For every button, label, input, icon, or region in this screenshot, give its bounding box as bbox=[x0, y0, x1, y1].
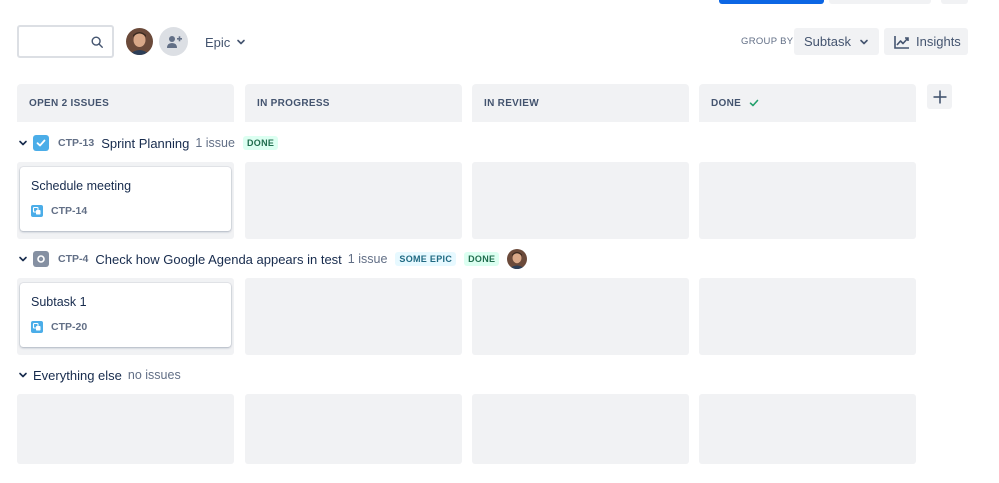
issue-card[interactable]: Subtask 1 CTP-20 bbox=[20, 283, 231, 347]
card-issue-key: CTP-14 bbox=[51, 205, 88, 217]
board-cell bbox=[699, 278, 916, 355]
add-people-icon bbox=[166, 35, 182, 48]
assignee-avatar[interactable] bbox=[507, 249, 528, 269]
swimlane-issue-count: 1 issue bbox=[195, 136, 235, 150]
chevron-down-icon bbox=[237, 39, 246, 45]
epic-filter-dropdown[interactable]: Epic bbox=[197, 29, 254, 55]
status-badge: DONE bbox=[464, 252, 500, 266]
board-cell bbox=[245, 162, 462, 239]
check-icon bbox=[749, 99, 759, 107]
column-header-open[interactable]: OPEN 2 ISSUES bbox=[17, 84, 234, 122]
board-cell bbox=[245, 278, 462, 355]
card-title: Subtask 1 bbox=[31, 295, 87, 309]
swimlane-header[interactable]: CTP-4 Check how Google Agenda appears in… bbox=[17, 249, 528, 269]
primary-action-button[interactable] bbox=[719, 0, 824, 4]
epic-filter-label: Epic bbox=[205, 34, 231, 50]
chevron-down-icon[interactable] bbox=[17, 369, 29, 381]
insights-button[interactable]: Insights bbox=[884, 28, 968, 55]
add-people-button[interactable] bbox=[159, 27, 188, 56]
task-checkbox-icon bbox=[33, 135, 49, 151]
subtask-icon bbox=[31, 321, 43, 333]
status-badge: DONE bbox=[242, 136, 279, 150]
board-cell bbox=[472, 394, 689, 464]
plus-icon bbox=[933, 90, 946, 103]
swimlane-title[interactable]: Check how Google Agenda appears in test bbox=[95, 252, 341, 267]
swimlane-issue-count: no issues bbox=[127, 368, 181, 382]
more-actions-button[interactable] bbox=[941, 0, 968, 4]
epic-badge: SOME EPIC bbox=[395, 252, 457, 266]
add-column-button[interactable] bbox=[927, 84, 952, 109]
group-by-value: Subtask bbox=[804, 34, 851, 49]
swimlane-title[interactable]: Sprint Planning bbox=[101, 136, 189, 151]
swimlane-title[interactable]: Everything else bbox=[33, 368, 122, 383]
insights-label: Insights bbox=[916, 34, 961, 49]
swimlane-header[interactable]: CTP-13 Sprint Planning 1 issue DONE bbox=[17, 133, 286, 153]
group-by-select[interactable]: Subtask bbox=[794, 28, 879, 55]
card-issue-key: CTP-20 bbox=[51, 321, 88, 333]
board-cell bbox=[699, 162, 916, 239]
board-cell bbox=[245, 394, 462, 464]
chevron-down-icon[interactable] bbox=[17, 137, 29, 149]
insights-chart-icon bbox=[894, 35, 909, 49]
avatar-photo bbox=[126, 28, 153, 55]
chevron-down-icon bbox=[860, 39, 868, 44]
group-by-label: GROUP BY bbox=[741, 36, 794, 47]
board-cell bbox=[472, 278, 689, 355]
swimlane-issue-key[interactable]: CTP-4 bbox=[58, 253, 88, 265]
board-cell bbox=[472, 162, 689, 239]
subtask-icon bbox=[31, 205, 43, 217]
column-header-in-progress[interactable]: IN PROGRESS bbox=[245, 84, 462, 122]
board-cell bbox=[17, 394, 234, 464]
issue-type-icon bbox=[33, 251, 49, 267]
search-icon bbox=[91, 36, 103, 48]
chevron-down-icon[interactable] bbox=[17, 253, 29, 265]
column-label: OPEN 2 ISSUES bbox=[29, 97, 110, 109]
swimlane-issue-count: 1 issue bbox=[347, 252, 388, 266]
search-box[interactable] bbox=[17, 25, 114, 58]
board-cell bbox=[699, 394, 916, 464]
column-label: IN REVIEW bbox=[484, 97, 539, 109]
search-input[interactable] bbox=[19, 27, 89, 56]
card-title: Schedule meeting bbox=[31, 179, 132, 193]
column-header-done[interactable]: DONE bbox=[699, 84, 916, 122]
swimlane-header[interactable]: Everything else no issues bbox=[17, 365, 189, 385]
secondary-action-button[interactable] bbox=[829, 0, 931, 4]
column-label: DONE bbox=[711, 97, 742, 109]
user-avatar[interactable] bbox=[126, 28, 153, 55]
swimlane-issue-key[interactable]: CTP-13 bbox=[58, 137, 94, 149]
column-label: IN PROGRESS bbox=[257, 97, 330, 109]
issue-card[interactable]: Schedule meeting CTP-14 bbox=[20, 167, 231, 231]
column-header-in-review[interactable]: IN REVIEW bbox=[472, 84, 689, 122]
